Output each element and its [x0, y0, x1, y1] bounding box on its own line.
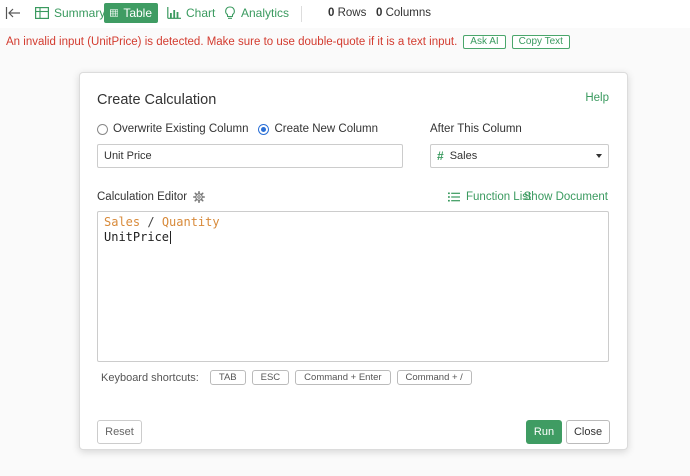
help-link[interactable]: Help [585, 92, 609, 104]
code-token-column-sales: Sales [104, 215, 141, 229]
tab-chart[interactable]: Chart [161, 3, 221, 23]
shortcuts-label: Keyboard shortcuts: [101, 371, 199, 384]
columns-count-value: 0 [376, 7, 383, 19]
calculation-editor-label: Calculation Editor [97, 191, 188, 203]
top-toolbar: Summary Table Chart Analytics 0 Rows 0 C… [0, 0, 690, 28]
show-document-link[interactable]: Show Document [524, 191, 608, 203]
after-column-select[interactable]: # Sales [430, 144, 609, 168]
radio-overwrite-label: Overwrite Existing Column [113, 123, 249, 135]
text-cursor [170, 231, 172, 244]
function-list-label: Function List [466, 191, 532, 203]
rows-count-label: Rows [337, 7, 367, 19]
close-button[interactable]: Close [566, 420, 610, 444]
summary-grid-icon [35, 7, 49, 19]
rows-count-value: 0 [328, 7, 335, 19]
ask-ai-button[interactable]: Ask AI [463, 35, 506, 49]
reset-button[interactable]: Reset [97, 420, 142, 444]
gear-icon[interactable] [193, 191, 206, 203]
tab-summary[interactable]: Summary [29, 3, 111, 23]
toolbar-divider [301, 6, 302, 22]
collapse-sidebar-icon[interactable] [5, 6, 21, 20]
error-banner: An invalid input (UnitPrice) is detected… [6, 35, 570, 49]
dialog-title: Create Calculation [97, 92, 217, 108]
columns-count: 0 Columns [376, 7, 431, 19]
copy-text-button[interactable]: Copy Text [511, 35, 570, 49]
tab-summary-label: Summary [54, 6, 106, 20]
tab-analytics[interactable]: Analytics [218, 3, 295, 23]
column-name-input[interactable] [97, 144, 403, 168]
radio-overwrite-circle[interactable] [97, 123, 108, 135]
run-button[interactable]: Run [526, 420, 562, 444]
shortcut-tab: TAB [209, 370, 246, 385]
error-message: An invalid input (UnitPrice) is detected… [6, 36, 458, 48]
tab-analytics-label: Analytics [241, 6, 290, 20]
calculation-editor-heading: Calculation Editor [97, 191, 206, 203]
radio-create-label: Create New Column [274, 123, 379, 135]
tab-table[interactable]: Table [104, 3, 158, 23]
after-column-value: Sales [449, 150, 478, 162]
code-token-column-quantity: Quantity [161, 215, 220, 229]
code-token-unitprice: UnitPrice [104, 230, 170, 244]
table-icon [110, 9, 119, 17]
mode-radio-group: Overwrite Existing Column Create New Col… [97, 123, 388, 135]
code-token-operator: / [140, 215, 162, 229]
calculation-code-editor[interactable]: Sales / Quantity UnitPrice [97, 211, 609, 362]
function-list-link[interactable]: Function List [448, 191, 531, 203]
bar-chart-icon [167, 7, 181, 19]
code-line-1: Sales / Quantity [104, 215, 602, 230]
list-icon [448, 192, 460, 202]
numeric-column-icon: # [437, 149, 444, 163]
shortcut-esc: ESC [251, 370, 290, 385]
create-calculation-dialog: Create Calculation Help Overwrite Existi… [79, 72, 628, 450]
radio-create-new[interactable]: Create New Column [258, 123, 378, 135]
radio-overwrite-existing[interactable]: Overwrite Existing Column [97, 123, 248, 135]
lightbulb-icon [225, 6, 235, 19]
code-line-2: UnitPrice [104, 230, 602, 245]
radio-create-circle[interactable] [258, 123, 270, 135]
columns-count-label: Columns [385, 7, 431, 19]
tab-table-label: Table [123, 6, 152, 20]
shortcut-command-slash: Command + / [396, 370, 472, 385]
tab-chart-label: Chart [186, 6, 216, 20]
keyboard-shortcuts: Keyboard shortcuts: TAB ESC Command + En… [101, 370, 472, 385]
after-column-label: After This Column [430, 123, 522, 135]
rows-count: 0 Rows [328, 7, 366, 19]
caret-down-icon [596, 154, 602, 158]
shortcut-command-enter: Command + Enter [295, 370, 391, 385]
